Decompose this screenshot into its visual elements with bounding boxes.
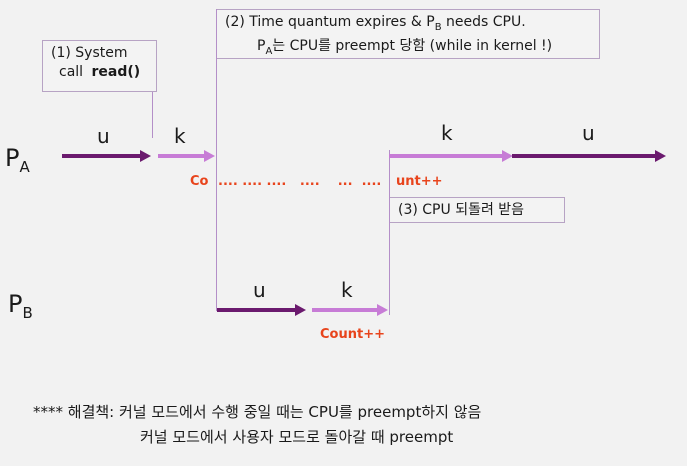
process-b-k-label: k — [341, 278, 353, 302]
process-b-kernel-arrow — [312, 304, 388, 316]
process-a-k1-label: k — [174, 124, 186, 148]
solution-line1: **** 해결책: 커널 모드에서 수행 중일 때는 CPU를 preempt하… — [33, 403, 482, 421]
cpu-return-text: (3) CPU 되돌려 받음 — [398, 202, 525, 218]
system-call-read-label: read() — [91, 64, 141, 80]
quantum-expire-line1: (2) Time quantum expires & P — [225, 14, 435, 30]
switch-divider-right — [389, 150, 390, 315]
process-b-u-label: u — [253, 278, 266, 302]
process-a-count-start: Co — [190, 174, 209, 189]
syscall-divider — [152, 92, 153, 138]
process-b-label: PB — [8, 290, 33, 322]
system-call-call-label: call — [59, 64, 84, 80]
solution-line2: 커널 모드에서 사용자 모드로 돌아갈 때 preempt — [140, 428, 454, 446]
process-b-user-arrow — [217, 304, 306, 316]
process-a-kernel-arrow-2 — [389, 150, 513, 162]
system-call-box: (1) System call read() — [42, 40, 157, 92]
cpu-return-box: (3) CPU 되돌려 받음 — [389, 197, 565, 223]
process-a-k2-label: k — [441, 121, 453, 145]
process-a-u1-label: u — [97, 124, 110, 148]
process-a-user-arrow-1 — [62, 150, 151, 162]
process-a-u2-label: u — [582, 121, 595, 145]
process-a-user-arrow-2 — [512, 150, 666, 162]
system-call-line1: (1) System — [51, 45, 128, 61]
process-b-count: Count++ — [320, 327, 385, 342]
process-a-kernel-arrow-1 — [158, 150, 215, 162]
switch-divider-left — [216, 9, 217, 311]
process-a-count-dots: .... .... .... .... ... .... — [218, 174, 382, 189]
process-a-count-end: unt++ — [396, 174, 443, 189]
quantum-expire-box: (2) Time quantum expires & PB needs CPU.… — [216, 9, 600, 59]
process-a-label: PA — [5, 144, 30, 176]
